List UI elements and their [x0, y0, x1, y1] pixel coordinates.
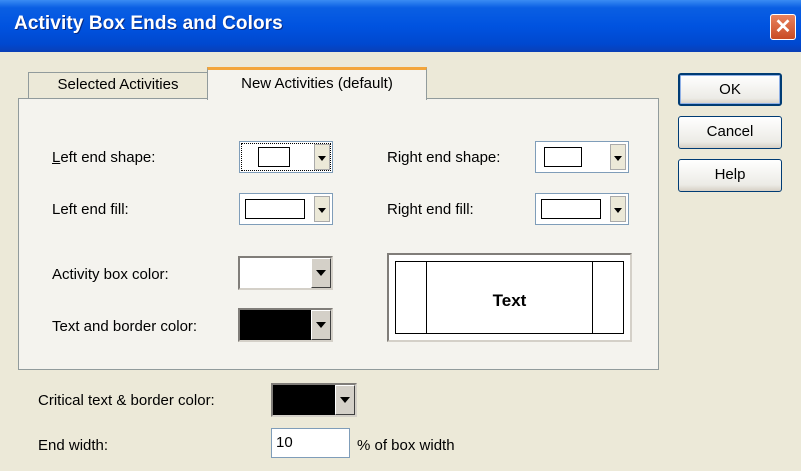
window-title: Activity Box Ends and Colors	[14, 13, 283, 34]
right-end-shape-dropdown[interactable]	[535, 141, 629, 173]
close-button[interactable]: ✕	[770, 14, 796, 40]
right-end-shape-label: Right end shape:	[387, 149, 501, 166]
end-width-suffix: % of box width	[357, 437, 455, 454]
end-width-input[interactable]: 10	[271, 428, 350, 458]
right-end-fill-dropdown[interactable]	[535, 193, 629, 225]
help-button[interactable]: Help	[678, 159, 782, 192]
end-width-label: End width:	[38, 437, 109, 454]
ok-button[interactable]: OK	[678, 73, 782, 106]
chevron-down-icon[interactable]	[311, 310, 331, 340]
text-border-color-label: Text and border color:	[52, 318, 198, 335]
left-end-fill-swatch	[245, 199, 305, 219]
critical-color-swatch	[273, 385, 335, 415]
critical-color-picker[interactable]	[271, 383, 357, 417]
text-border-color-swatch	[240, 310, 311, 340]
chevron-down-icon[interactable]	[311, 258, 331, 288]
tab-new-activities[interactable]: New Activities (default)	[207, 67, 427, 100]
chevron-down-icon[interactable]	[610, 196, 626, 222]
text-border-color-picker[interactable]	[238, 308, 333, 342]
left-end-shape-dropdown[interactable]	[239, 141, 333, 173]
left-end-shape-label: Left end shape:	[52, 149, 156, 166]
activity-box-color-label: Activity box color:	[52, 266, 169, 283]
left-end-fill-label: Left end fill:	[52, 201, 129, 218]
tab-selected-activities[interactable]: Selected Activities	[28, 72, 208, 99]
chevron-down-icon[interactable]	[314, 196, 330, 222]
title-bar: Activity Box Ends and Colors ✕	[0, 0, 801, 52]
left-end-fill-dropdown[interactable]	[239, 193, 333, 225]
left-end-shape-swatch	[258, 147, 290, 167]
critical-color-label: Critical text & border color:	[38, 392, 215, 409]
activity-box-color-swatch	[240, 258, 311, 288]
preview-text: Text	[492, 291, 527, 310]
close-icon: ✕	[774, 16, 792, 38]
right-end-fill-label: Right end fill:	[387, 201, 474, 218]
preview-box: Text	[395, 261, 624, 334]
cancel-button[interactable]: Cancel	[678, 116, 782, 149]
right-end-shape-swatch	[544, 147, 582, 167]
activity-box-color-picker[interactable]	[238, 256, 333, 290]
chevron-down-icon[interactable]	[314, 144, 330, 170]
right-end-fill-swatch	[541, 199, 601, 219]
activity-box-preview: Text	[387, 253, 632, 342]
chevron-down-icon[interactable]	[335, 385, 355, 415]
chevron-down-icon[interactable]	[610, 144, 626, 170]
